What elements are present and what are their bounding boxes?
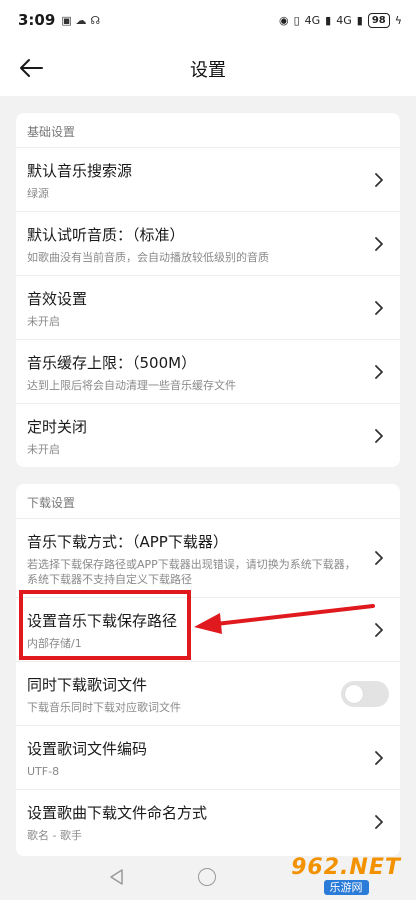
setting-sound-effects[interactable]: 音效设置 未开启 [16, 275, 400, 339]
status-right: ◉ ▯ 4G ▮ 4G ▮ 98 ϟ [278, 12, 402, 28]
basic-settings-card: 基础设置 默认音乐搜索源 绿源 默认试听音质：（标准） 如歌曲没有当前音质，会自… [16, 113, 400, 467]
setting-title: 音乐缓存上限：（500M） [27, 354, 197, 372]
setting-title: 同时下载歌词文件 [27, 676, 148, 694]
setting-title: 定时关闭 [27, 418, 88, 436]
charging-icon: ϟ [394, 13, 402, 27]
download-settings-card: 下载设置 音乐下载方式：（APP下载器） 若选择下载保存路径或APP下载器出现错… [16, 484, 400, 856]
setting-subtitle: 绿源 [27, 187, 49, 200]
highlight-box [19, 590, 191, 660]
battery-icon: 98 [367, 12, 390, 28]
status-bar: 3:09 ▣ ☁ ☊ ◉ ▯ 4G ▮ 4G ▮ 98 ϟ [0, 0, 416, 40]
setting-title: 默认试听音质：（标准） [27, 226, 185, 244]
vibrate-icon: ▯ [293, 13, 300, 27]
status-time: 3:09 [18, 11, 56, 29]
app-header: 设置 [0, 40, 416, 96]
nav-back-icon[interactable] [108, 868, 126, 886]
chevron-right-icon [372, 363, 386, 381]
setting-title: 音乐下载方式：（APP下载器） [27, 533, 228, 551]
setting-cache-limit[interactable]: 音乐缓存上限：（500M） 达到上限后将会自动清理一些音乐缓存文件 [16, 339, 400, 403]
lyrics-toggle[interactable] [341, 681, 389, 707]
setting-subtitle: 下载音乐同时下载对应歌词文件 [27, 701, 181, 714]
page-title: 设置 [190, 60, 226, 81]
nav-home-icon[interactable] [198, 868, 216, 886]
section-title-basic: 基础设置 [27, 125, 76, 139]
chevron-right-icon [372, 299, 386, 317]
chevron-right-icon [372, 813, 386, 831]
eye-icon: ◉ [278, 13, 289, 27]
section-title-download: 下载设置 [27, 496, 76, 510]
setting-title: 音效设置 [27, 290, 88, 308]
setting-subtitle: 未开启 [27, 315, 60, 328]
setting-subtitle: 如歌曲没有当前音质，会自动播放较低级别的音质 [27, 251, 269, 264]
setting-title: 默认音乐搜索源 [27, 162, 133, 180]
watermark-main-text: 962.NET [291, 854, 401, 880]
chevron-right-icon [372, 235, 386, 253]
signal-icon-1: ▮ [325, 13, 332, 27]
setting-download-lyrics[interactable]: 同时下载歌词文件 下载音乐同时下载对应歌词文件 [16, 661, 400, 725]
red-arrow-icon [194, 604, 375, 634]
status-left: 3:09 ▣ ☁ ☊ [18, 11, 100, 29]
setting-subtitle: UTF-8 [27, 765, 60, 778]
site-watermark-logo: 962.NET 乐游网 [278, 852, 414, 898]
setting-subtitle: 未开启 [27, 443, 60, 456]
toggle-knob [345, 685, 363, 703]
watermark-sub-text: 乐游网 [323, 879, 369, 895]
setting-subtitle: 歌名 - 歌手 [27, 829, 82, 842]
setting-sleep-timer[interactable]: 定时关闭 未开启 [16, 403, 400, 467]
setting-subtitle: 若选择下载保存路径或APP下载器出现错误，请切换为系统下载器，系统下载器不支持自… [27, 558, 356, 586]
setting-subtitle: 达到上限后将会自动清理一些音乐缓存文件 [27, 379, 236, 392]
signal-badge-2: 4G [336, 13, 352, 27]
notification-icons: ▣ ☁ ☊ [61, 13, 101, 27]
chevron-right-icon [372, 749, 386, 767]
chevron-right-icon [372, 427, 386, 445]
chevron-right-icon [372, 549, 386, 567]
setting-file-naming[interactable]: 设置歌曲下载文件命名方式 歌名 - 歌手 [16, 789, 400, 853]
setting-preview-quality[interactable]: 默认试听音质：（标准） 如歌曲没有当前音质，会自动播放较低级别的音质 [16, 211, 400, 275]
setting-lyrics-encoding[interactable]: 设置歌词文件编码 UTF-8 [16, 725, 400, 789]
setting-title: 设置歌词文件编码 [27, 740, 148, 758]
setting-search-source[interactable]: 默认音乐搜索源 绿源 [16, 147, 400, 211]
chevron-right-icon [372, 171, 386, 189]
setting-title: 设置歌曲下载文件命名方式 [27, 804, 208, 822]
signal-icon-2: ▮ [356, 13, 363, 27]
setting-download-method[interactable]: 音乐下载方式：（APP下载器） 若选择下载保存路径或APP下载器出现错误，请切换… [16, 518, 400, 597]
signal-badge-1: 4G [304, 13, 321, 27]
